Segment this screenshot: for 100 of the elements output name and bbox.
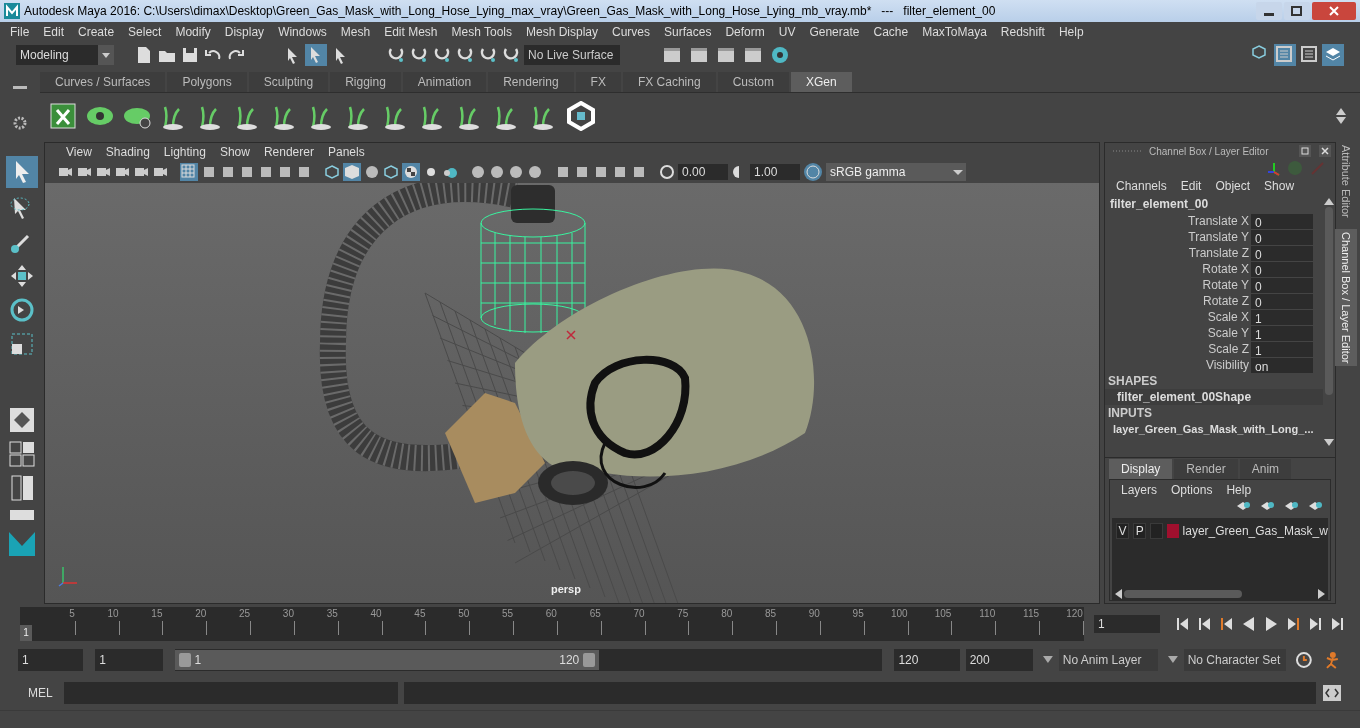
shelf-tab[interactable]: Polygons	[167, 72, 247, 92]
restore-icon[interactable]	[1284, 2, 1310, 20]
menu-item[interactable]: Edit	[36, 23, 72, 41]
gamma-field[interactable]: 1.00	[750, 164, 800, 180]
menu-item[interactable]: Help	[1051, 23, 1091, 41]
range-handle-icon[interactable]	[583, 653, 596, 667]
checker-icon[interactable]	[402, 163, 420, 181]
hypershade-icon[interactable]	[770, 45, 790, 65]
four-view-layout-icon[interactable]	[8, 440, 36, 468]
channel-menu-item[interactable]: Channels	[1109, 177, 1174, 195]
time-slider[interactable]: 1 5 10 15 20 25 30 35 40 45 50 55 60 65 70 75 80 85 90 95 100 105 110 115 120	[20, 607, 1084, 641]
single-view-layout-icon[interactable]	[8, 406, 36, 434]
hexagon-cube-icon[interactable]	[566, 100, 596, 131]
menu-item[interactable]: Windows	[271, 23, 334, 41]
current-frame-field[interactable]: 1	[1094, 615, 1160, 633]
scale-tool-icon[interactable]	[8, 330, 36, 358]
layer-tab[interactable]: Display	[1109, 459, 1173, 479]
menu-item[interactable]: Mesh Tools	[444, 23, 519, 41]
script-editor-icon[interactable]	[1322, 683, 1342, 703]
scroll-down-icon[interactable]	[1324, 439, 1334, 447]
menu-item[interactable]: Generate	[802, 23, 867, 41]
layer-menu-item[interactable]: Options	[1164, 481, 1220, 499]
auto-key-icon[interactable]	[1294, 650, 1315, 670]
display-type-toggle[interactable]	[1150, 523, 1164, 539]
menu-item[interactable]: Edit Mesh	[377, 23, 445, 41]
channel-menu-item[interactable]: Edit	[1173, 177, 1209, 195]
shelf-tab[interactable]: Curves / Surfaces	[40, 72, 166, 92]
range-slider-bar[interactable]: 1 120	[174, 650, 600, 670]
side-tab[interactable]: Attribute Editor	[1335, 142, 1357, 221]
end-time-field[interactable]: 200	[965, 649, 1033, 671]
panel-menu-item[interactable]: Renderer	[256, 143, 321, 161]
axis-icon[interactable]	[1265, 160, 1281, 176]
character-set-dropdown[interactable]: No Character Set	[1183, 649, 1287, 671]
layer-tab[interactable]: Render	[1174, 459, 1238, 479]
shelf-tab[interactable]: Animation	[402, 72, 487, 92]
viewport[interactable]: persp	[45, 183, 1099, 603]
current-frame-marker[interactable]: 1	[20, 625, 32, 641]
layer-menu-item[interactable]: Layers	[1114, 481, 1165, 499]
channel-value-field[interactable]: 1	[1251, 309, 1313, 325]
shaded-cube-icon[interactable]	[343, 163, 361, 181]
menu-item[interactable]: Surfaces	[657, 23, 719, 41]
channel-value-field[interactable]: 0	[1251, 213, 1313, 229]
scrollbar-thumb[interactable]	[1124, 590, 1242, 598]
command-input-field[interactable]	[64, 682, 398, 704]
channel-value-field[interactable]: 0	[1251, 229, 1313, 245]
tool-settings-icon[interactable]	[1299, 44, 1319, 64]
rotate-tool-icon[interactable]	[8, 296, 36, 324]
wireframe-cube-icon[interactable]	[324, 164, 340, 180]
menu-item[interactable]: MaxToMaya	[915, 23, 994, 41]
menu-item[interactable]: File	[3, 23, 37, 41]
menu-item[interactable]: Mesh Display	[519, 23, 606, 41]
channel-value-field[interactable]: 1	[1251, 325, 1313, 341]
scroll-up-icon[interactable]	[1324, 197, 1334, 205]
menu-item[interactable]: Mesh	[333, 23, 378, 41]
panel-menu-item[interactable]: Show	[212, 143, 257, 161]
shelf-tab[interactable]: FX	[575, 72, 621, 92]
scroll-left-icon[interactable]	[1114, 589, 1122, 599]
minimize-icon[interactable]	[1256, 2, 1282, 20]
layer-name[interactable]: layer_Green_Gas_Mask_w	[1182, 522, 1328, 540]
exposure-field[interactable]: 0.00	[678, 164, 728, 180]
shelf-tab[interactable]: Rigging	[330, 72, 401, 92]
settings-icon[interactable]	[13, 116, 27, 130]
shelf-tab[interactable]: FX Caching	[622, 72, 716, 92]
visibility-toggle[interactable]: V	[1116, 523, 1130, 539]
channel-menu-item[interactable]: Object	[1208, 177, 1258, 195]
float-panel-icon[interactable]	[1299, 145, 1311, 157]
dropdown-arrow-icon[interactable]	[1042, 656, 1053, 664]
shape-node[interactable]: filter_element_00Shape	[1105, 389, 1323, 405]
layer-color-swatch[interactable]	[1167, 524, 1179, 538]
close-icon[interactable]	[1319, 145, 1331, 157]
channel-value-field[interactable]: on	[1251, 357, 1313, 373]
save-icon[interactable]	[180, 45, 200, 65]
start-time-field[interactable]: 1	[18, 649, 84, 671]
menu-item[interactable]: Deform	[718, 23, 772, 41]
layers-icon[interactable]	[1322, 44, 1344, 66]
shelf-tab[interactable]: Rendering	[488, 72, 574, 92]
new-layer-icon[interactable]	[1284, 500, 1298, 512]
shelf-tab[interactable]: Sculpting	[248, 72, 329, 92]
channel-value-field[interactable]: 0	[1251, 277, 1313, 293]
command-language-label[interactable]: MEL	[18, 684, 58, 702]
spreadsheet-icon[interactable]	[48, 100, 78, 131]
playback-end-field[interactable]: 120	[894, 649, 960, 671]
scroll-down-icon[interactable]	[1336, 116, 1346, 125]
side-tab[interactable]: Channel Box / Layer Editor	[1335, 228, 1357, 367]
dropdown-arrow-icon[interactable]	[1167, 656, 1178, 664]
panel-menu-item[interactable]: Lighting	[156, 143, 213, 161]
menu-item[interactable]: Curves	[605, 23, 658, 41]
range-slider[interactable]: 1 120	[174, 649, 883, 671]
move-layer-up-icon[interactable]	[1236, 500, 1250, 512]
menu-item[interactable]: UV	[771, 23, 803, 41]
new-layer-selected-icon[interactable]	[1308, 500, 1322, 512]
range-handle-icon[interactable]	[178, 653, 191, 667]
menu-item[interactable]: Modify	[168, 23, 218, 41]
menu-item[interactable]: Cache	[866, 23, 916, 41]
anim-layer-dropdown[interactable]: No Anim Layer	[1058, 649, 1158, 671]
scroll-up-icon[interactable]	[1336, 106, 1346, 115]
channel-value-field[interactable]: 0	[1251, 261, 1313, 277]
outliner-layout-icon[interactable]	[8, 508, 36, 522]
input-node[interactable]: layer_Green_Gas_Mask_with_Long_...	[1105, 421, 1323, 437]
menu-item[interactable]: Redshift	[993, 23, 1052, 41]
